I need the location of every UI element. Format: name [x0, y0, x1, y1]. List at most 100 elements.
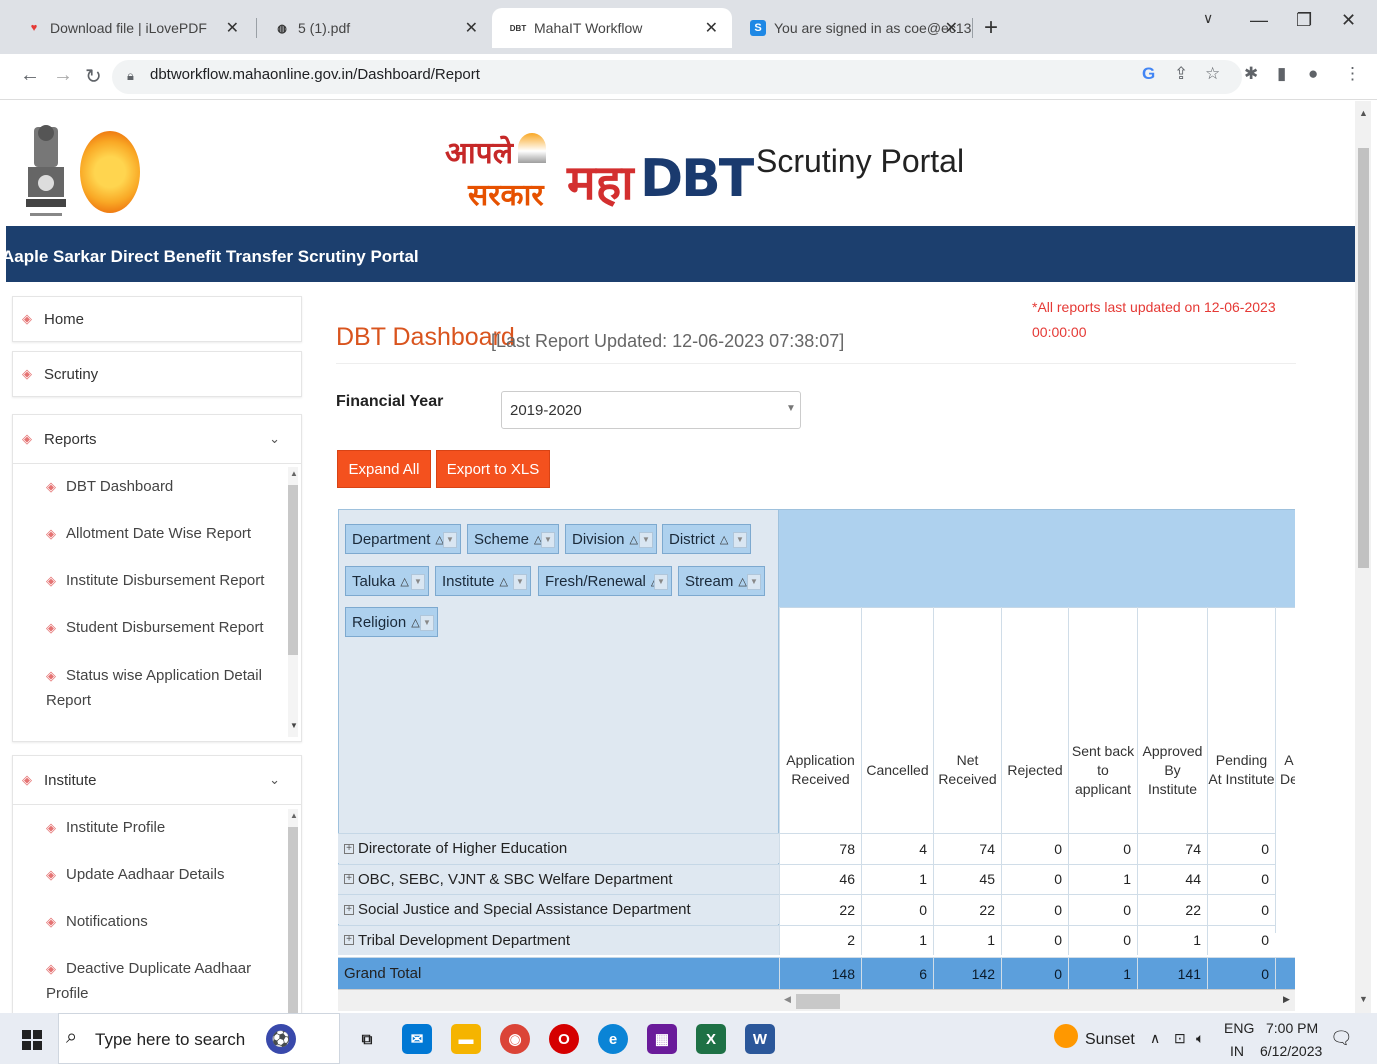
close-icon[interactable]: ✕ — [945, 18, 958, 38]
sidebar-subitem-student-disbursement[interactable]: ◈ Student Disbursement Report — [46, 615, 276, 640]
file-explorer-icon[interactable]: ▬ — [451, 1024, 481, 1054]
scroll-up-icon[interactable]: ▲ — [290, 811, 298, 820]
url-text[interactable]: dbtworkflow.mahaonline.gov.in/Dashboard/… — [150, 66, 480, 83]
scroll-left-icon[interactable]: ◀ — [784, 994, 791, 1005]
sidebar-subitem-institute-disbursement[interactable]: ◈ Institute Disbursement Report — [46, 568, 276, 593]
pivot-field-scheme[interactable]: Scheme △ ▼ — [467, 524, 559, 554]
financial-year-select[interactable]: 2019-2020 — [501, 391, 801, 429]
expand-plus-icon[interactable]: + — [344, 935, 354, 945]
google-icon[interactable]: G — [1142, 64, 1155, 84]
taskbar-search-placeholder[interactable]: Type here to search — [95, 1030, 245, 1050]
export-xls-button[interactable]: Export to XLS — [436, 450, 550, 488]
restore-icon[interactable]: ❐ — [1296, 10, 1312, 31]
filter-dropdown-icon[interactable]: ▼ — [654, 574, 668, 590]
filter-dropdown-icon[interactable]: ▼ — [541, 532, 555, 548]
sidepanel-icon[interactable]: ▮ — [1277, 64, 1286, 84]
menu-kebab-icon[interactable]: ⋮ — [1344, 64, 1361, 84]
sidebar-item-reports[interactable]: ◈ Reports ⌄ — [12, 416, 302, 462]
expand-plus-icon[interactable]: + — [344, 874, 354, 884]
table-row-label[interactable]: + OBC, SEBC, VJNT & SBC Welfare Departmen… — [338, 863, 779, 894]
institute-scrollbar[interactable] — [288, 809, 298, 1013]
sidebar-subitem-allotment-report[interactable]: ◈ Allotment Date Wise Report — [46, 521, 276, 546]
sort-asc-icon[interactable]: △ — [738, 575, 746, 588]
region-text[interactable]: IN — [1230, 1043, 1244, 1059]
pivot-field-religion[interactable]: Religion △ ▼ — [345, 607, 438, 637]
filter-dropdown-icon[interactable]: ▼ — [513, 574, 527, 590]
sort-asc-icon[interactable]: △ — [400, 575, 408, 588]
bookmark-star-icon[interactable]: ☆ — [1205, 64, 1220, 84]
tray-overflow-icon[interactable]: ∧ — [1150, 1030, 1160, 1047]
excel-icon[interactable]: X — [696, 1024, 726, 1054]
lock-icon[interactable]: 🔒︎ — [127, 68, 134, 84]
pivot-field-division[interactable]: Division △ ▼ — [565, 524, 657, 554]
volume-muted-icon[interactable]: 🔈︎ — [1196, 1030, 1204, 1047]
mail-icon[interactable]: ✉ — [402, 1024, 432, 1054]
table-row-label[interactable]: + Social Justice and Special Assistance D… — [338, 894, 779, 924]
windows-start-icon[interactable] — [22, 1030, 42, 1055]
sort-asc-icon[interactable]: △ — [411, 616, 419, 629]
page-scroll-thumb[interactable] — [1358, 148, 1369, 568]
tab-ilovepdf[interactable]: ♥ Download file | iLovePDF ✕ — [8, 8, 253, 48]
expand-all-button[interactable]: Expand All — [337, 450, 431, 488]
close-icon[interactable]: ✕ — [465, 18, 478, 38]
language-text[interactable]: ENG — [1224, 1020, 1254, 1036]
sidebar-subitem-status-wise[interactable]: ◈ Status wise Application Detail Report — [46, 663, 266, 713]
pivot-field-department[interactable]: Department △ ▼ — [345, 524, 461, 554]
scroll-up-icon[interactable]: ▲ — [290, 469, 298, 478]
word-icon[interactable]: W — [745, 1024, 775, 1054]
sidebar-subitem-institute-profile[interactable]: ◈ Institute Profile — [46, 815, 276, 840]
filter-dropdown-icon[interactable]: ▼ — [639, 532, 653, 548]
network-icon[interactable]: ⊡ — [1174, 1030, 1186, 1047]
sidebar-subitem-update-aadhaar[interactable]: ◈ Update Aadhaar Details — [46, 862, 276, 887]
pivot-scroll-thumb[interactable] — [796, 994, 840, 1009]
scroll-down-icon[interactable]: ▼ — [290, 721, 298, 730]
opera-icon[interactable]: O — [549, 1024, 579, 1054]
tab-search-icon[interactable]: ∨ — [1203, 10, 1213, 27]
tab-mahait-workflow[interactable]: DBT MahaIT Workflow ✕ — [492, 8, 732, 48]
pivot-field-institute[interactable]: Institute △ ▼ — [435, 566, 531, 596]
expand-plus-icon[interactable]: + — [344, 904, 354, 915]
pivot-field-fresh-renewal[interactable]: Fresh/Renewal△▼ — [538, 566, 672, 596]
pivot-field-district[interactable]: District △ ▼ — [662, 524, 751, 554]
table-row-label[interactable]: + Tribal Development Department — [338, 924, 779, 955]
sidebar-item-institute[interactable]: ◈ Institute ⌄ — [12, 757, 302, 803]
profile-icon[interactable]: ● — [1308, 64, 1318, 84]
close-icon[interactable]: ✕ — [226, 18, 239, 38]
minimize-icon[interactable]: — — [1250, 10, 1268, 31]
expand-plus-icon[interactable]: + — [344, 843, 354, 854]
sidebar-subitem-deactive-duplicate[interactable]: ◈ Deactive Duplicate Aadhaar Profile — [46, 956, 261, 1006]
sort-asc-icon[interactable]: △ — [500, 575, 508, 588]
share-icon[interactable]: ⇪ — [1174, 64, 1188, 84]
close-icon[interactable]: ✕ — [705, 18, 718, 38]
sidebar-subitem-notifications[interactable]: ◈ Notifications — [46, 909, 276, 934]
sidebar-subitem-dbt-dashboard[interactable]: ◈ DBT Dashboard — [46, 474, 276, 499]
weather-text[interactable]: Sunset — [1085, 1031, 1135, 1049]
filter-dropdown-icon[interactable]: ▼ — [733, 532, 747, 548]
tab-pdf[interactable]: ◍ 5 (1).pdf ✕ — [256, 8, 492, 48]
scroll-down-icon[interactable]: ▼ — [1359, 994, 1368, 1004]
sports-widget-icon[interactable]: ⚽ — [266, 1024, 296, 1054]
sunset-weather-icon[interactable] — [1054, 1024, 1078, 1048]
back-icon[interactable]: ← — [20, 64, 40, 87]
sidebar-item-scrutiny[interactable]: ◈ Scrutiny — [12, 351, 302, 397]
scroll-up-icon[interactable]: ▲ — [1359, 108, 1368, 118]
scroll-right-icon[interactable]: ▶ — [1283, 994, 1290, 1005]
chrome-icon[interactable]: ◉ — [500, 1024, 530, 1054]
notification-center-icon[interactable]: 🗨︎ — [1330, 1028, 1353, 1049]
task-view-icon[interactable]: ⧉ — [352, 1024, 382, 1054]
pivot-field-stream[interactable]: Stream △ ▼ — [678, 566, 765, 596]
extensions-icon[interactable]: ✱ — [1244, 64, 1258, 84]
filter-dropdown-icon[interactable]: ▼ — [747, 574, 761, 590]
edge-icon[interactable]: e — [598, 1024, 628, 1054]
col-header-truncated[interactable]: A De — [1275, 607, 1295, 933]
table-row-label[interactable]: + Directorate of Higher Education — [338, 833, 779, 863]
winrar-icon[interactable]: ▦ — [647, 1024, 677, 1054]
sidebar-item-home[interactable]: ◈ Home — [12, 296, 302, 342]
pivot-field-taluka[interactable]: Taluka △ ▼ — [345, 566, 429, 596]
reports-scrollbar[interactable] — [288, 467, 298, 737]
forward-icon[interactable]: → — [53, 64, 73, 87]
filter-dropdown-icon[interactable]: ▼ — [420, 615, 434, 631]
reload-icon[interactable]: ↻ — [85, 64, 102, 89]
tab-signed-in[interactable]: S You are signed in as coe@ec13 ✕ — [732, 8, 972, 48]
clock-time[interactable]: 7:00 PM — [1266, 1020, 1318, 1036]
